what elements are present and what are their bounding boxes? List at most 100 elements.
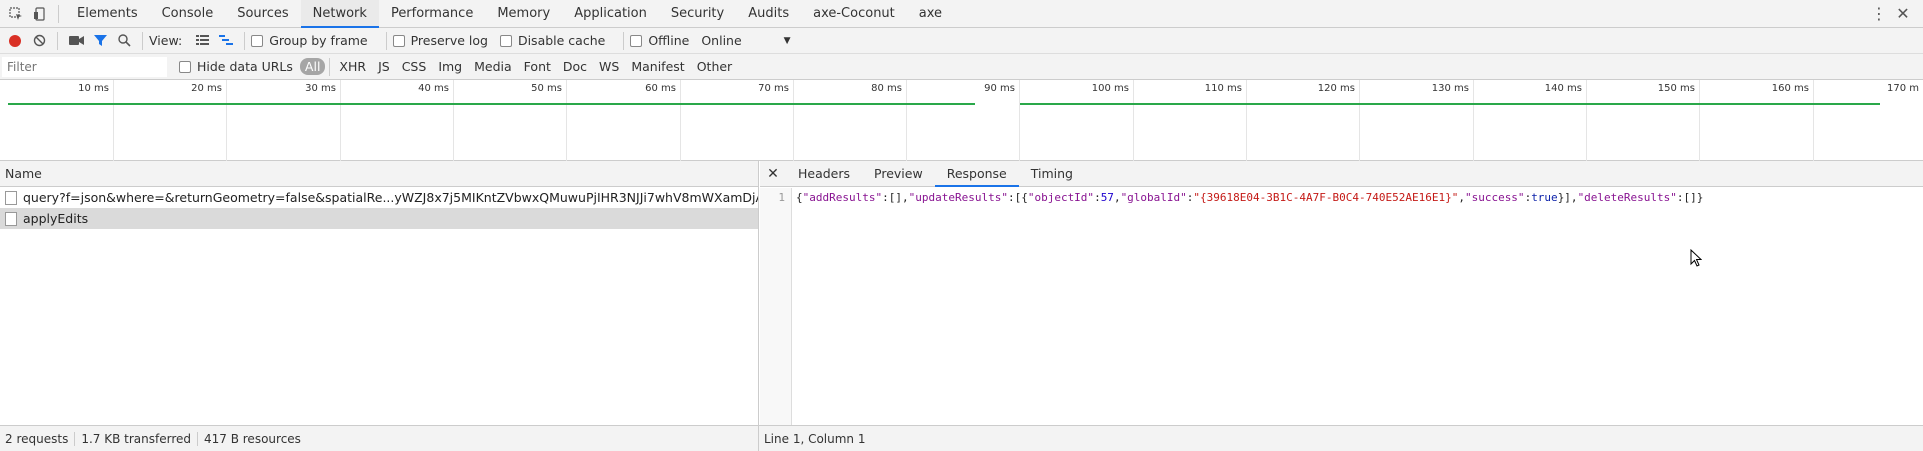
clear-icon[interactable]	[27, 29, 51, 53]
overview-gridline	[1359, 80, 1360, 161]
overview-gridline	[340, 80, 341, 161]
type-filter-font[interactable]: Font	[519, 58, 556, 75]
tab-network[interactable]: Network	[300, 0, 379, 28]
group-by-frame-checkbox[interactable]: Group by frame	[251, 33, 368, 48]
type-filter-all[interactable]: All	[299, 58, 326, 75]
code-key: "globalId"	[1120, 191, 1187, 204]
type-filter-manifest[interactable]: Manifest	[626, 58, 689, 75]
tab-preview[interactable]: Preview	[862, 161, 935, 187]
overview-tick-label: 160 ms	[1771, 83, 1809, 94]
throttling-select[interactable]: Online ▼	[701, 33, 790, 48]
close-icon[interactable]: ✕	[760, 166, 786, 182]
tab-elements[interactable]: Elements	[65, 0, 150, 28]
overview-tick-label: 10 ms	[78, 83, 109, 94]
network-overview[interactable]: 10 ms 20 ms 30 ms 40 ms 50 ms 60 ms 70 ms 80 ms…	[0, 80, 1923, 161]
type-filter-media[interactable]: Media	[469, 58, 517, 75]
cursor-position: Line 1, Column 1	[764, 431, 866, 446]
close-devtools-icon[interactable]: ✕	[1891, 2, 1915, 26]
timeline-bar-right	[1020, 103, 1880, 105]
tab-axe[interactable]: axe	[907, 0, 954, 28]
inspect-element-icon[interactable]	[4, 2, 28, 26]
view-label: View:	[149, 33, 183, 48]
tab-timing[interactable]: Timing	[1019, 161, 1085, 187]
tab-sources[interactable]: Sources	[225, 0, 300, 28]
overview-tick-label: 20 ms	[191, 83, 222, 94]
overview-tick-label: 30 ms	[305, 83, 336, 94]
type-filter-xhr[interactable]: XHR	[334, 58, 371, 75]
response-code-line: {"addResults":[],"updateResults":[{"obje…	[796, 191, 1703, 204]
overview-gridline	[1246, 80, 1247, 161]
type-filter-css[interactable]: CSS	[397, 58, 432, 75]
separator	[58, 4, 59, 23]
overview-gridline	[1473, 80, 1474, 161]
tab-response[interactable]: Response	[934, 161, 1019, 187]
separator	[623, 31, 625, 50]
code-punct: :[{	[1007, 191, 1028, 204]
waterfall-overview-icon[interactable]	[214, 29, 238, 53]
code-key: "success"	[1464, 191, 1525, 204]
checkbox-box[interactable]	[179, 60, 191, 73]
type-filter-ws[interactable]: WS	[594, 58, 624, 75]
code-key: "updateResults"	[908, 191, 1008, 204]
devtools-tabbar: Elements Console Sources Network Perform…	[0, 0, 1923, 28]
tab-memory[interactable]: Memory	[485, 0, 562, 28]
request-count: 2 requests	[5, 431, 69, 446]
response-viewer[interactable]: 1 {"addResults":[],"updateResults":[{"ob…	[760, 188, 1923, 425]
request-row[interactable]: applyEdits	[0, 208, 758, 229]
preserve-log-checkbox[interactable]: Preserve log	[392, 33, 488, 48]
filter-input[interactable]	[2, 56, 167, 77]
request-detail-pane: ✕ Headers Preview Response Timing 1 {"ad…	[760, 161, 1923, 425]
type-filter-doc[interactable]: Doc	[558, 58, 592, 75]
type-filter-img[interactable]: Img	[433, 58, 467, 75]
tab-headers[interactable]: Headers	[786, 161, 862, 187]
transferred-size: 1.7 KB transferred	[81, 431, 191, 446]
overview-tick-label: 80 ms	[871, 83, 902, 94]
record-icon[interactable]	[3, 29, 27, 53]
separator	[197, 431, 198, 446]
search-icon[interactable]	[112, 29, 136, 53]
document-icon	[5, 190, 17, 205]
group-by-frame-label: Group by frame	[269, 33, 368, 48]
overview-tick-label: 50 ms	[531, 83, 562, 94]
request-list-pane: Name query?f=json&where=&returnGeometry=…	[0, 161, 759, 425]
code-punct: ,	[1113, 191, 1121, 204]
overview-gridline	[793, 80, 794, 161]
large-rows-icon[interactable]	[190, 29, 214, 53]
tab-security[interactable]: Security	[659, 0, 736, 28]
tab-console[interactable]: Console	[150, 0, 226, 28]
tab-axe-coconut[interactable]: axe-Coconut	[801, 0, 907, 28]
filter-icon[interactable]	[88, 29, 112, 53]
offline-checkbox[interactable]: Offline	[630, 33, 689, 48]
separator	[385, 31, 387, 50]
type-filter-other[interactable]: Other	[692, 58, 738, 75]
code-punct: :[],	[882, 191, 909, 204]
overview-gridline	[1019, 80, 1020, 161]
type-filter-js[interactable]: JS	[373, 58, 395, 75]
checkbox-box[interactable]	[392, 34, 405, 47]
checkbox-box[interactable]	[499, 34, 512, 47]
tab-performance[interactable]: Performance	[379, 0, 485, 28]
code-punct: ,	[1458, 191, 1465, 204]
overview-tick-label: 70 ms	[758, 83, 789, 94]
more-options-icon[interactable]: ⋮	[1867, 2, 1891, 26]
code-punct: }],	[1557, 191, 1578, 204]
checkbox-box[interactable]	[630, 34, 643, 47]
code-punct: {	[796, 191, 803, 204]
overview-gridline	[453, 80, 454, 161]
code-number: 57	[1100, 191, 1114, 204]
capture-screenshots-icon[interactable]	[64, 29, 88, 53]
name-column-header[interactable]: Name	[0, 161, 758, 187]
overview-tick-label: 40 ms	[418, 83, 449, 94]
code-punct: :	[1094, 191, 1101, 204]
hide-data-urls-checkbox[interactable]: Hide data URLs	[179, 59, 293, 74]
mouse-cursor-icon	[1690, 249, 1702, 267]
checkbox-box[interactable]	[251, 34, 264, 47]
preserve-log-label: Preserve log	[410, 33, 488, 48]
overview-tick-label: 60 ms	[645, 83, 676, 94]
request-row[interactable]: query?f=json&where=&returnGeometry=false…	[0, 187, 758, 208]
device-toolbar-icon[interactable]	[28, 2, 52, 26]
disable-cache-checkbox[interactable]: Disable cache	[499, 33, 605, 48]
tab-application[interactable]: Application	[562, 0, 659, 28]
tab-audits[interactable]: Audits	[736, 0, 801, 28]
hide-data-urls-label: Hide data URLs	[197, 59, 293, 74]
